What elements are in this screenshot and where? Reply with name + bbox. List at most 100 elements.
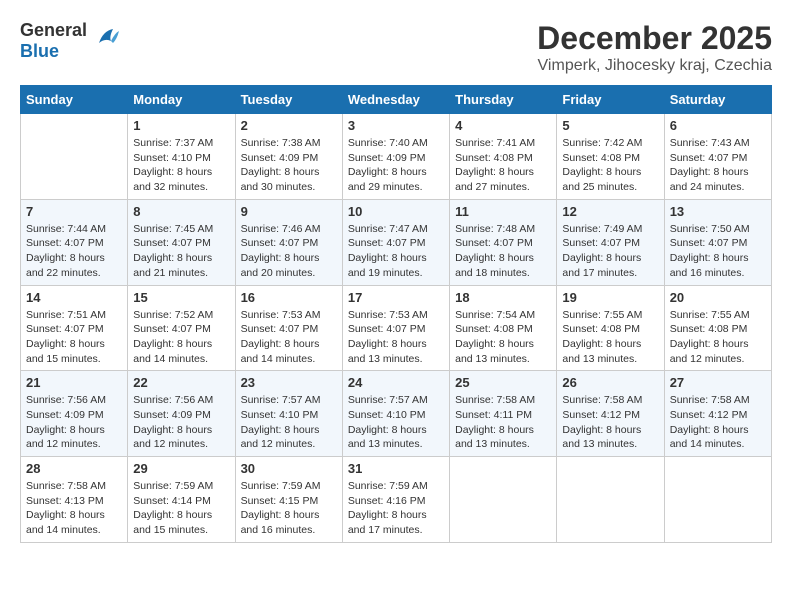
day-number: 26 [562, 375, 658, 390]
day-info: Sunrise: 7:58 AMSunset: 4:13 PMDaylight:… [26, 479, 122, 538]
day-number: 8 [133, 204, 229, 219]
day-info: Sunrise: 7:57 AMSunset: 4:10 PMDaylight:… [241, 393, 337, 452]
day-number: 14 [26, 290, 122, 305]
day-info: Sunrise: 7:44 AMSunset: 4:07 PMDaylight:… [26, 222, 122, 281]
day-info: Sunrise: 7:50 AMSunset: 4:07 PMDaylight:… [670, 222, 766, 281]
day-info: Sunrise: 7:56 AMSunset: 4:09 PMDaylight:… [133, 393, 229, 452]
day-number: 21 [26, 375, 122, 390]
day-info: Sunrise: 7:47 AMSunset: 4:07 PMDaylight:… [348, 222, 444, 281]
day-info: Sunrise: 7:58 AMSunset: 4:12 PMDaylight:… [562, 393, 658, 452]
day-info: Sunrise: 7:55 AMSunset: 4:08 PMDaylight:… [562, 308, 658, 367]
calendar-cell [557, 457, 664, 543]
day-info: Sunrise: 7:38 AMSunset: 4:09 PMDaylight:… [241, 136, 337, 195]
day-number: 20 [670, 290, 766, 305]
day-info: Sunrise: 7:59 AMSunset: 4:16 PMDaylight:… [348, 479, 444, 538]
day-number: 25 [455, 375, 551, 390]
header-tuesday: Tuesday [235, 86, 342, 114]
day-info: Sunrise: 7:55 AMSunset: 4:08 PMDaylight:… [670, 308, 766, 367]
day-number: 27 [670, 375, 766, 390]
day-info: Sunrise: 7:43 AMSunset: 4:07 PMDaylight:… [670, 136, 766, 195]
day-info: Sunrise: 7:46 AMSunset: 4:07 PMDaylight:… [241, 222, 337, 281]
logo-blue: Blue [20, 41, 59, 61]
page-header: General Blue December 2025 Vimperk, Jiho… [20, 20, 772, 75]
day-number: 23 [241, 375, 337, 390]
calendar-cell: 21 Sunrise: 7:56 AMSunset: 4:09 PMDayligh… [21, 371, 128, 457]
day-info: Sunrise: 7:57 AMSunset: 4:10 PMDaylight:… [348, 393, 444, 452]
day-number: 4 [455, 118, 551, 133]
day-number: 31 [348, 461, 444, 476]
day-number: 28 [26, 461, 122, 476]
day-info: Sunrise: 7:45 AMSunset: 4:07 PMDaylight:… [133, 222, 229, 281]
day-info: Sunrise: 7:48 AMSunset: 4:07 PMDaylight:… [455, 222, 551, 281]
calendar-cell: 18 Sunrise: 7:54 AMSunset: 4:08 PMDayligh… [450, 285, 557, 371]
calendar-cell: 16Sunrise: 7:53 AMSunset: 4:07 PMDayligh… [235, 285, 342, 371]
day-number: 10 [348, 204, 444, 219]
day-number: 22 [133, 375, 229, 390]
day-number: 30 [241, 461, 337, 476]
calendar-cell: 8 Sunrise: 7:45 AMSunset: 4:07 PMDaylight… [128, 199, 235, 285]
calendar-cell [21, 114, 128, 200]
calendar-cell: 6 Sunrise: 7:43 AMSunset: 4:07 PMDaylight… [664, 114, 771, 200]
calendar-cell: 9 Sunrise: 7:46 AMSunset: 4:07 PMDaylight… [235, 199, 342, 285]
calendar-cell: 11Sunrise: 7:48 AMSunset: 4:07 PMDayligh… [450, 199, 557, 285]
day-info: Sunrise: 7:49 AMSunset: 4:07 PMDaylight:… [562, 222, 658, 281]
day-number: 19 [562, 290, 658, 305]
day-info: Sunrise: 7:51 AMSunset: 4:07 PMDaylight:… [26, 308, 122, 367]
calendar-cell: 3Sunrise: 7:40 AMSunset: 4:09 PMDaylight… [342, 114, 449, 200]
calendar-cell: 31 Sunrise: 7:59 AMSunset: 4:16 PMDayligh… [342, 457, 449, 543]
calendar-cell [450, 457, 557, 543]
calendar-week-3: 14 Sunrise: 7:51 AMSunset: 4:07 PMDayligh… [21, 285, 772, 371]
day-number: 24 [348, 375, 444, 390]
day-number: 1 [133, 118, 229, 133]
logo-general: General [20, 20, 87, 40]
day-info: Sunrise: 7:53 AMSunset: 4:07 PMDaylight:… [348, 308, 444, 367]
page-subtitle: Vimperk, Jihocesky kraj, Czechia [537, 57, 772, 75]
calendar-cell: 27 Sunrise: 7:58 AMSunset: 4:12 PMDayligh… [664, 371, 771, 457]
calendar-week-5: 28 Sunrise: 7:58 AMSunset: 4:13 PMDayligh… [21, 457, 772, 543]
day-number: 17 [348, 290, 444, 305]
calendar-cell: 1 Sunrise: 7:37 AMSunset: 4:10 PMDaylight… [128, 114, 235, 200]
day-number: 15 [133, 290, 229, 305]
day-info: Sunrise: 7:42 AMSunset: 4:08 PMDaylight:… [562, 136, 658, 195]
day-info: Sunrise: 7:59 AMSunset: 4:15 PMDaylight:… [241, 479, 337, 538]
calendar-table: SundayMondayTuesdayWednesdayThursdayFrid… [20, 85, 772, 543]
logo: General Blue [20, 20, 121, 62]
calendar-cell: 15Sunrise: 7:52 AMSunset: 4:07 PMDayligh… [128, 285, 235, 371]
header-friday: Friday [557, 86, 664, 114]
day-number: 12 [562, 204, 658, 219]
day-info: Sunrise: 7:53 AMSunset: 4:07 PMDaylight:… [241, 308, 337, 367]
calendar-header: SundayMondayTuesdayWednesdayThursdayFrid… [21, 86, 772, 114]
calendar-cell: 12 Sunrise: 7:49 AMSunset: 4:07 PMDayligh… [557, 199, 664, 285]
day-number: 7 [26, 204, 122, 219]
title-block: December 2025 Vimperk, Jihocesky kraj, C… [537, 20, 772, 75]
calendar-cell: 17 Sunrise: 7:53 AMSunset: 4:07 PMDayligh… [342, 285, 449, 371]
calendar-week-1: 1 Sunrise: 7:37 AMSunset: 4:10 PMDaylight… [21, 114, 772, 200]
header-wednesday: Wednesday [342, 86, 449, 114]
day-info: Sunrise: 7:40 AMSunset: 4:09 PMDaylight:… [348, 136, 444, 195]
day-number: 29 [133, 461, 229, 476]
day-number: 18 [455, 290, 551, 305]
calendar-cell: 4 Sunrise: 7:41 AMSunset: 4:08 PMDaylight… [450, 114, 557, 200]
day-info: Sunrise: 7:41 AMSunset: 4:08 PMDaylight:… [455, 136, 551, 195]
day-number: 13 [670, 204, 766, 219]
calendar-cell: 5 Sunrise: 7:42 AMSunset: 4:08 PMDaylight… [557, 114, 664, 200]
calendar-week-2: 7 Sunrise: 7:44 AMSunset: 4:07 PMDaylight… [21, 199, 772, 285]
header-sunday: Sunday [21, 86, 128, 114]
day-number: 5 [562, 118, 658, 133]
calendar-cell: 29Sunrise: 7:59 AMSunset: 4:14 PMDayligh… [128, 457, 235, 543]
calendar-cell: 30 Sunrise: 7:59 AMSunset: 4:15 PMDayligh… [235, 457, 342, 543]
day-info: Sunrise: 7:37 AMSunset: 4:10 PMDaylight:… [133, 136, 229, 195]
day-number: 9 [241, 204, 337, 219]
calendar-cell: 10 Sunrise: 7:47 AMSunset: 4:07 PMDayligh… [342, 199, 449, 285]
calendar-cell: 24 Sunrise: 7:57 AMSunset: 4:10 PMDayligh… [342, 371, 449, 457]
day-info: Sunrise: 7:56 AMSunset: 4:09 PMDaylight:… [26, 393, 122, 452]
header-thursday: Thursday [450, 86, 557, 114]
header-monday: Monday [128, 86, 235, 114]
calendar-cell: 19 Sunrise: 7:55 AMSunset: 4:08 PMDayligh… [557, 285, 664, 371]
day-info: Sunrise: 7:58 AMSunset: 4:12 PMDaylight:… [670, 393, 766, 452]
day-info: Sunrise: 7:54 AMSunset: 4:08 PMDaylight:… [455, 308, 551, 367]
calendar-cell: 25Sunrise: 7:58 AMSunset: 4:11 PMDayligh… [450, 371, 557, 457]
header-saturday: Saturday [664, 86, 771, 114]
calendar-cell: 14 Sunrise: 7:51 AMSunset: 4:07 PMDayligh… [21, 285, 128, 371]
day-number: 6 [670, 118, 766, 133]
